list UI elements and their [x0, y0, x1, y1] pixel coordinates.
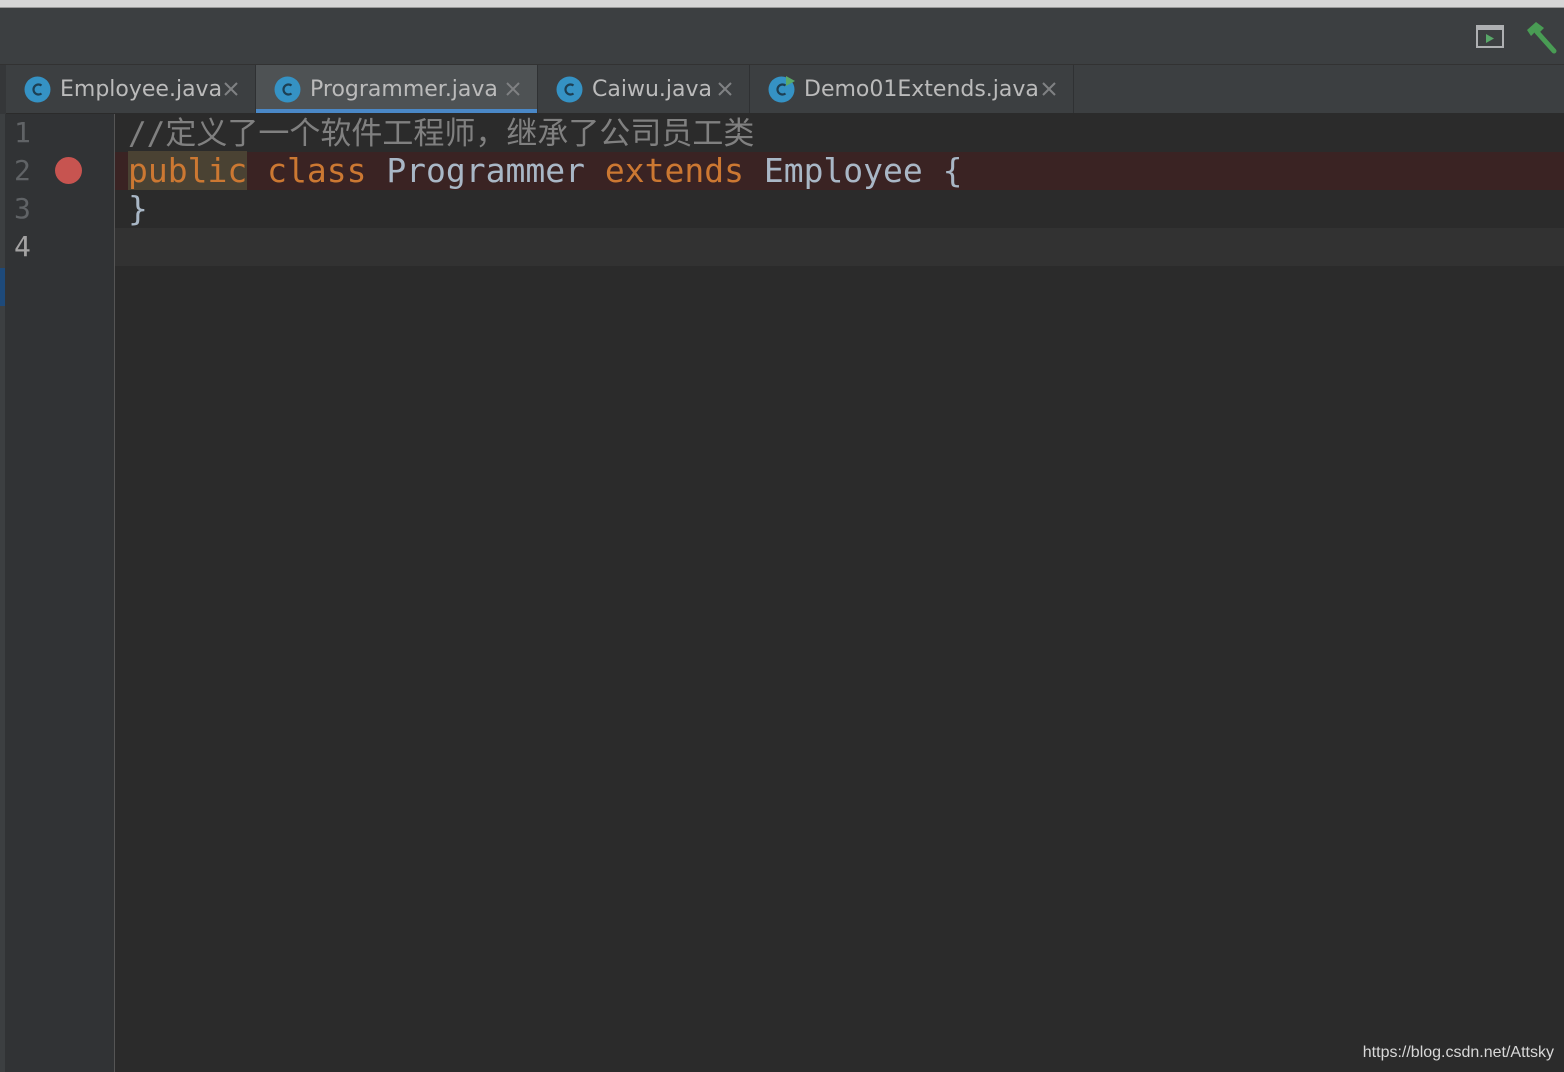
code-editor[interactable]: 1 2 3 4 //定义了一个软件工程师，继承了公司员工类 public cla…	[0, 114, 1564, 1072]
line-number: 2	[14, 154, 31, 187]
line-number: 3	[14, 192, 31, 225]
open-brace: {	[942, 151, 963, 190]
java-class-icon	[24, 76, 51, 103]
java-class-icon	[556, 76, 583, 103]
tab-caiwu-java[interactable]: Caiwu.java	[538, 65, 750, 113]
java-class-icon	[274, 76, 301, 103]
editor-gutter[interactable]: 1 2 3 4	[0, 114, 115, 1072]
close-icon[interactable]	[222, 80, 240, 98]
breakpoint-icon[interactable]	[55, 157, 82, 184]
toolbar	[0, 8, 1564, 65]
code-line-2[interactable]: public class Programmer extends Employee…	[128, 151, 963, 190]
code-line-3[interactable]: }	[128, 190, 148, 228]
window-titlebar-strip	[0, 0, 1564, 8]
close-icon[interactable]	[1040, 80, 1058, 98]
close-brace: }	[128, 189, 148, 228]
gutter-edge	[0, 114, 5, 1072]
line-number: 1	[14, 116, 31, 149]
tab-programmer-java[interactable]: Programmer.java	[256, 65, 538, 113]
keyword-public: public	[128, 151, 248, 190]
parent-class-name: Employee	[763, 151, 923, 190]
tab-label: Caiwu.java	[592, 77, 712, 102]
run-window-icon[interactable]	[1476, 25, 1504, 48]
editor-tab-bar: Employee.java Programmer.java Caiwu.java…	[0, 65, 1564, 114]
class-name: Programmer	[386, 151, 585, 190]
active-tab-indicator	[256, 109, 537, 113]
code-comment: //定义了一个软件工程师，继承了公司员工类	[128, 116, 755, 152]
tab-label: Employee.java	[60, 77, 223, 102]
build-hammer-icon[interactable]	[1524, 20, 1558, 54]
tab-employee-java[interactable]: Employee.java	[6, 65, 256, 113]
close-icon[interactable]	[504, 80, 522, 98]
code-line-1[interactable]: //定义了一个软件工程师，继承了公司员工类	[128, 114, 754, 152]
tab-label: Programmer.java	[310, 77, 498, 102]
tab-label: Demo01Extends.java	[804, 77, 1039, 102]
line-number-current: 4	[14, 230, 31, 263]
gutter-marker	[0, 268, 5, 306]
caret-line-highlight	[115, 228, 1564, 266]
close-icon[interactable]	[716, 80, 734, 98]
keyword-class: class	[267, 151, 367, 190]
java-runnable-class-icon	[768, 76, 795, 103]
watermark: https://blog.csdn.net/Attsky	[1362, 1044, 1554, 1061]
keyword-extends: extends	[604, 151, 744, 190]
tab-demo01extends-java[interactable]: Demo01Extends.java	[750, 65, 1074, 113]
